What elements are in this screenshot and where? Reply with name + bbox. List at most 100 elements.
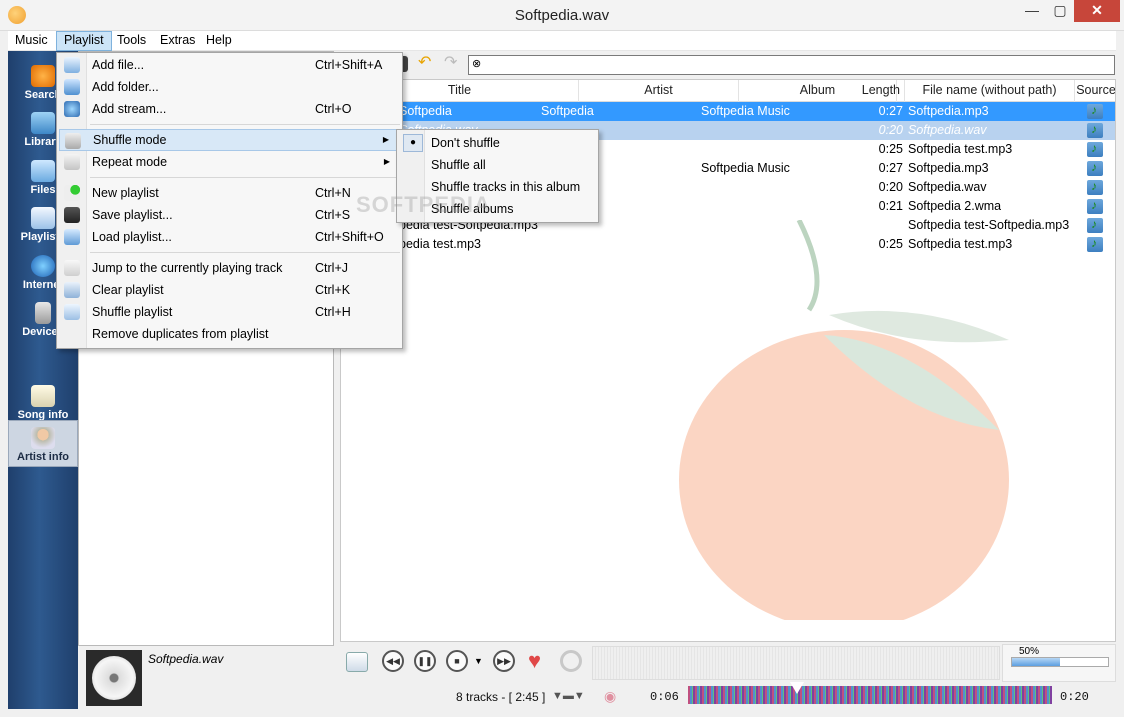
menu-item-clear-playlist[interactable]: Clear playlist Ctrl+K <box>59 279 400 301</box>
menu-help[interactable]: Help <box>199 31 239 51</box>
seek-handle[interactable] <box>790 682 805 694</box>
close-button[interactable]: ✕ <box>1074 0 1120 22</box>
total-time: 0:20 <box>1060 690 1089 704</box>
ban-icon[interactable] <box>560 650 582 672</box>
menu-item-new-playlist[interactable]: New playlist Ctrl+N <box>59 182 400 204</box>
album-cover <box>86 650 142 706</box>
menu-separator <box>90 252 400 253</box>
menu-item-jump-to-playing[interactable]: Jump to the currently playing track Ctrl+… <box>59 257 400 279</box>
cell-title: pedia test.mp3 <box>399 237 481 251</box>
menu-extras[interactable]: Extras <box>153 31 202 51</box>
pause-button[interactable]: ❚❚ <box>414 650 436 672</box>
playlist-filter-input[interactable]: ⊗ <box>468 55 1115 75</box>
menu-item-shuffle-mode[interactable]: Shuffle mode ▶ <box>59 129 400 151</box>
cd-icon <box>92 656 136 700</box>
song-info-icon <box>31 385 55 407</box>
repeat-icon <box>64 154 80 170</box>
playlist-menu: Add file... Ctrl+Shift+A Add folder... Ad… <box>56 52 403 349</box>
cell-album: Softpedia Music <box>701 161 790 175</box>
submenu-item-dont-shuffle[interactable]: ● Don't shuffle <box>399 132 595 154</box>
next-button[interactable]: ▶▶ <box>493 650 515 672</box>
minimize-button[interactable]: — <box>1018 0 1046 22</box>
nav-artist-info[interactable]: Artist info <box>8 420 78 467</box>
col-source[interactable]: Source <box>1075 80 1115 102</box>
cell-length: 0:20 <box>878 123 903 137</box>
col-artist[interactable]: Artist <box>579 80 739 102</box>
menu-item-shortcut: Ctrl+Shift+O <box>315 230 384 244</box>
playlist-toolbar: ↶ ↷ ⊗ <box>340 53 1116 77</box>
seek-bar[interactable] <box>688 682 1052 704</box>
search-icon <box>31 65 55 87</box>
cell-length: 0:20 <box>878 180 903 194</box>
clear-icon <box>64 282 80 298</box>
previous-button[interactable]: ◀◀ <box>382 650 404 672</box>
now-playing-name: Softpedia.wav <box>148 652 224 666</box>
source-icon <box>1087 120 1103 139</box>
playlist-icon <box>31 207 55 229</box>
cell-length: 0:21 <box>878 199 903 213</box>
menu-item-shuffle-playlist[interactable]: Shuffle playlist Ctrl+H <box>59 301 400 323</box>
undo-icon[interactable]: ↶ <box>418 55 434 72</box>
volume-slider[interactable] <box>1011 657 1109 667</box>
clear-filter-icon[interactable]: ⊗ <box>472 57 481 70</box>
save-icon <box>64 207 80 223</box>
source-icon <box>1087 196 1103 215</box>
add-stream-icon <box>64 101 80 117</box>
menu-item-label: Load playlist... <box>92 230 172 244</box>
source-icon <box>1087 101 1103 120</box>
nav-song-info[interactable]: Song info <box>8 379 78 423</box>
stop-options-icon[interactable]: ▼ <box>474 656 483 666</box>
menu-item-save-playlist[interactable]: Save playlist... Ctrl+S <box>59 204 400 226</box>
table-row[interactable]: Softpedia Softpedia Softpedia Music 0:27… <box>341 101 1115 121</box>
volume-fill <box>1012 658 1060 666</box>
menu-item-add-folder[interactable]: Add folder... <box>59 76 400 98</box>
menu-music[interactable]: Music <box>8 31 55 51</box>
menu-playlist[interactable]: Playlist <box>56 31 112 51</box>
volume-label: 50% <box>1019 646 1040 657</box>
source-icon <box>1087 139 1103 158</box>
menu-item-add-stream[interactable]: Add stream... Ctrl+O <box>59 98 400 120</box>
col-filename[interactable]: File name (without path) <box>905 80 1075 102</box>
device-icon <box>35 302 51 324</box>
menu-item-remove-duplicates[interactable]: Remove duplicates from playlist <box>59 323 400 345</box>
title-bar: Softpedia.wav — ▢ ✕ <box>0 0 1124 31</box>
menu-item-shortcut: Ctrl+Shift+A <box>315 58 383 72</box>
nav-label: Artist info <box>17 451 69 463</box>
menu-item-load-playlist[interactable]: Load playlist... Ctrl+Shift+O <box>59 226 400 248</box>
menu-item-repeat-mode[interactable]: Repeat mode ▶ <box>59 151 400 173</box>
cell-file: Softpedia 2.wma <box>908 199 1002 213</box>
table-header: Title Artist Album Length File name (wit… <box>341 80 1115 102</box>
watermark-text: SOFTPEDIA <box>356 192 491 217</box>
heart-icon[interactable]: ♥ <box>528 648 541 674</box>
menu-separator <box>90 177 400 178</box>
source-icon <box>1087 234 1103 253</box>
menu-tools[interactable]: Tools <box>110 31 153 51</box>
cell-length: 0:27 <box>878 104 903 118</box>
menu-item-label: Remove duplicates from playlist <box>92 327 269 341</box>
col-length[interactable]: Length <box>851 80 905 102</box>
cell-title: Softpedia <box>399 104 452 118</box>
radio-selected-icon: ● <box>403 134 423 152</box>
scrobble-icon[interactable]: ◉ <box>604 688 616 705</box>
artist-icon <box>31 427 55 449</box>
menu-item-label: Add file... <box>92 58 145 72</box>
menu-item-label: Shuffle mode <box>93 133 167 147</box>
submenu-item-shuffle-all[interactable]: Shuffle all <box>399 154 595 176</box>
volume-box: 50% <box>1002 644 1116 682</box>
maximize-button[interactable]: ▢ <box>1046 0 1074 22</box>
table-row[interactable]: pedia test.mp3 0:25 Softpedia test.mp3 <box>341 234 1115 254</box>
folder-icon <box>31 160 55 182</box>
source-icon <box>1087 158 1103 177</box>
playlist-view-icon[interactable] <box>346 652 368 672</box>
menu-item-shortcut: Ctrl+H <box>315 305 351 319</box>
submenu-arrow-icon: ▶ <box>383 157 390 166</box>
repeat-icon[interactable]: ▼▬▼ <box>552 690 585 702</box>
stop-button[interactable]: ■ <box>446 650 468 672</box>
menu-bar: Music Playlist Tools Extras Help <box>8 31 1116 51</box>
track-count: 8 tracks - [ 2:45 ] <box>456 690 546 704</box>
redo-icon[interactable]: ↷ <box>444 55 460 72</box>
menu-item-label: New playlist <box>92 186 159 200</box>
menu-item-add-file[interactable]: Add file... Ctrl+Shift+A <box>59 54 400 76</box>
now-playing-box: Softpedia.wav <box>78 648 334 709</box>
globe-icon <box>31 255 55 277</box>
